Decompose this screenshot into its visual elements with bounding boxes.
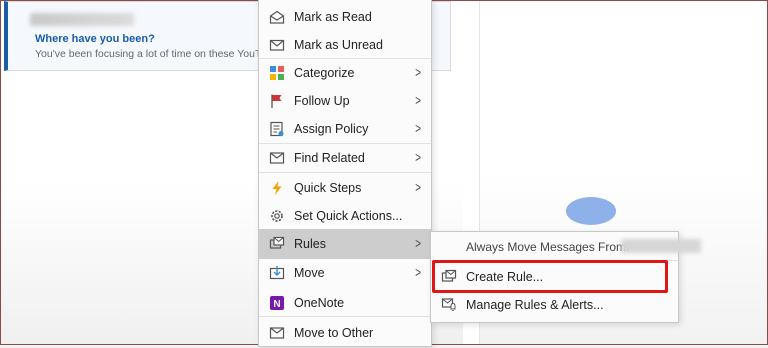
sender-name-blurred	[30, 13, 134, 26]
menu-item-label: Set Quick Actions...	[294, 209, 403, 223]
menu-item-rules[interactable]: Rules >	[259, 229, 431, 259]
chevron-right-icon: >	[415, 64, 421, 80]
create-rule-highlight-box	[432, 260, 668, 293]
message-preview: You've been focusing a lot of time on th…	[35, 48, 262, 60]
manage-rules-icon	[441, 298, 456, 311]
context-menu: Mark as Read Mark as Unread Categorize >…	[258, 0, 432, 347]
message-subject: Where have you been?	[35, 33, 155, 45]
menu-item-label: Mark as Unread	[294, 38, 383, 52]
move-icon	[269, 266, 285, 280]
sender-address-blurred	[621, 239, 701, 253]
lightning-icon	[272, 181, 282, 195]
always-move-messages-header[interactable]: Always Move Messages From:	[466, 240, 629, 254]
menu-item-label: Move	[294, 266, 325, 280]
menu-item-label: Find Related	[294, 151, 365, 165]
chevron-right-icon: >	[415, 120, 421, 136]
chevron-right-icon: >	[415, 179, 421, 195]
rules-icon	[269, 236, 285, 249]
svg-text:N: N	[273, 299, 280, 310]
menu-item-mark-as-unread[interactable]: Mark as Unread	[259, 30, 431, 60]
menu-item-assign-policy[interactable]: Assign Policy >	[259, 114, 431, 144]
menu-item-onenote[interactable]: N OneNote	[259, 288, 431, 318]
menu-item-move[interactable]: Move >	[259, 258, 431, 288]
menu-item-label: Mark as Read	[294, 10, 372, 24]
menu-item-label: OneNote	[294, 296, 345, 310]
menu-item-label: Rules	[294, 237, 326, 251]
policy-icon	[270, 121, 284, 137]
chevron-right-icon: >	[415, 92, 421, 108]
menu-item-move-to-other[interactable]: Move to Other	[259, 318, 431, 348]
menu-item-mark-as-read[interactable]: Mark as Read	[259, 2, 431, 32]
chevron-right-icon: >	[415, 264, 421, 280]
onenote-icon: N	[270, 296, 284, 310]
menu-item-set-quick-actions[interactable]: Set Quick Actions...	[259, 201, 431, 231]
move-to-other-icon	[269, 327, 285, 339]
menu-item-find-related[interactable]: Find Related >	[259, 143, 431, 173]
chevron-right-icon: >	[415, 149, 421, 165]
chevron-right-icon: >	[415, 235, 421, 251]
cursor-highlight	[566, 197, 616, 225]
submenu-item-label: Manage Rules & Alerts...	[466, 298, 604, 312]
submenu-item-manage-rules[interactable]: Manage Rules & Alerts...	[431, 290, 678, 320]
gear-icon	[271, 210, 283, 222]
menu-item-label: Follow Up	[294, 94, 350, 108]
menu-item-label: Assign Policy	[294, 122, 369, 136]
menu-divider	[259, 316, 431, 317]
envelope-open-icon	[269, 10, 285, 24]
category-grid-icon	[270, 66, 284, 80]
menu-item-quick-steps[interactable]: Quick Steps >	[259, 173, 431, 203]
flag-icon	[271, 94, 282, 108]
menu-item-label: Move to Other	[294, 326, 374, 340]
menu-item-categorize[interactable]: Categorize >	[259, 58, 431, 88]
menu-item-follow-up[interactable]: Follow Up >	[259, 86, 431, 116]
find-related-icon	[269, 152, 285, 164]
envelope-icon	[269, 39, 285, 51]
menu-item-label: Categorize	[294, 66, 355, 80]
menu-item-label: Quick Steps	[294, 181, 362, 195]
